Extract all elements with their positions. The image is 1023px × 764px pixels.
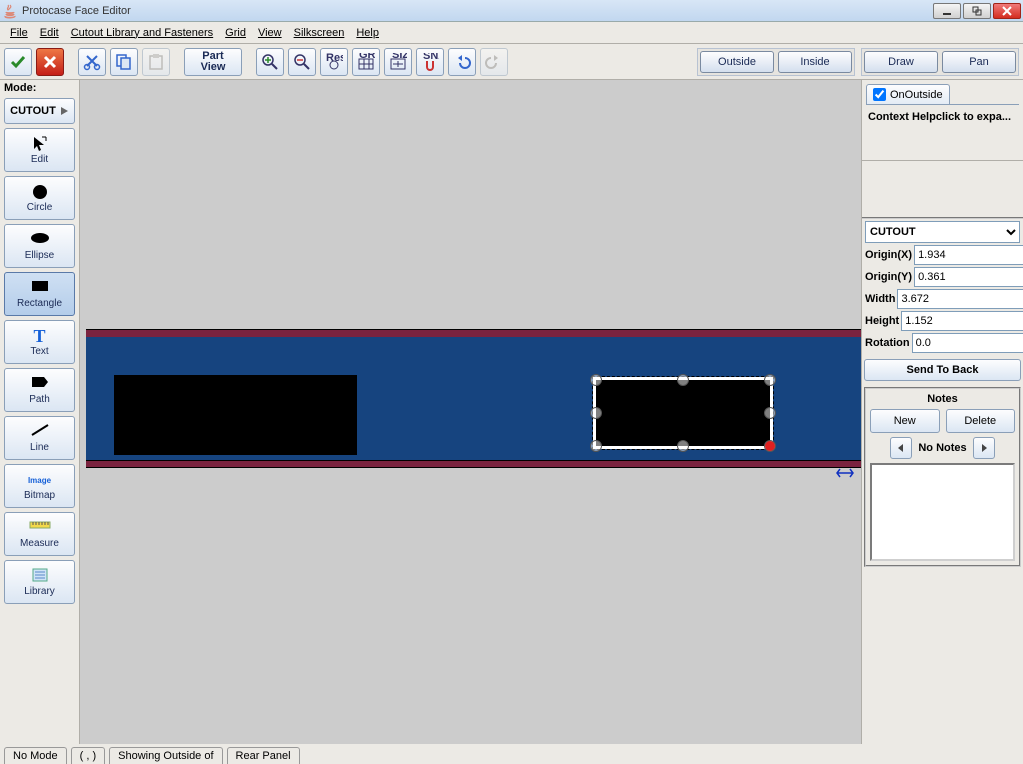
status-side[interactable]: Showing Outside of <box>109 747 222 764</box>
tool-panel: Mode: CUTOUT Edit Circle Ellipse Rectang… <box>0 80 80 744</box>
close-button[interactable] <box>993 3 1021 19</box>
menu-view[interactable]: View <box>252 25 288 41</box>
undo-button[interactable] <box>448 48 476 76</box>
svg-text:Reset: Reset <box>326 53 343 64</box>
notes-title: Notes <box>870 393 1015 405</box>
notes-panel: Notes New Delete No Notes <box>864 387 1021 567</box>
status-mode[interactable]: No Mode <box>4 747 67 764</box>
originy-label: Origin(Y) <box>865 271 912 283</box>
svg-text:SNAP: SNAP <box>423 53 439 62</box>
status-bar: No Mode ( , ) Showing Outside of Rear Pa… <box>0 744 1023 764</box>
toolbar: PartView Reset GRID SIZE SNAP Outside In… <box>0 44 1023 80</box>
height-label: Height <box>865 315 899 327</box>
zoom-out-button[interactable] <box>288 48 316 76</box>
width-label: Width <box>865 293 895 305</box>
svg-text:SIZE: SIZE <box>392 53 407 61</box>
accept-button[interactable] <box>4 48 32 76</box>
paste-button <box>142 48 170 76</box>
note-next-button[interactable] <box>973 437 995 459</box>
shape-type-select[interactable]: CUTOUT <box>865 221 1020 243</box>
zoom-in-button[interactable] <box>256 48 284 76</box>
menu-cutout-library[interactable]: Cutout Library and Fasteners <box>65 25 219 41</box>
notes-textarea[interactable] <box>870 463 1015 561</box>
copy-button[interactable] <box>110 48 138 76</box>
note-prev-button[interactable] <box>890 437 912 459</box>
circle-icon <box>29 183 51 201</box>
height-input[interactable] <box>901 311 1023 331</box>
size-button[interactable]: SIZE <box>384 48 412 76</box>
library-icon <box>29 567 51 585</box>
cutout-existing[interactable] <box>114 375 357 455</box>
ellipse-icon <box>29 231 51 249</box>
title-bar: Protocase Face Editor <box>0 0 1023 22</box>
tool-ellipse[interactable]: Ellipse <box>4 224 75 268</box>
play-icon <box>59 102 69 120</box>
mode-cutout-button[interactable]: CUTOUT <box>4 98 75 124</box>
cut-button[interactable] <box>78 48 106 76</box>
line-icon <box>29 423 51 441</box>
text-icon: T <box>29 327 51 345</box>
on-outside-checkbox[interactable] <box>873 88 886 101</box>
note-new-button[interactable]: New <box>870 409 940 433</box>
maximize-button[interactable] <box>963 3 991 19</box>
window-title: Protocase Face Editor <box>22 5 933 17</box>
originx-label: Origin(X) <box>865 249 912 261</box>
grid-button[interactable]: GRID <box>352 48 380 76</box>
java-icon <box>2 3 18 19</box>
outside-button[interactable]: Outside <box>700 51 774 73</box>
tool-bitmap[interactable]: Image Bitmap <box>4 464 75 508</box>
properties-panel: OnOutside Context Helpclick to expa... C… <box>861 80 1023 744</box>
mode-toggle-group: Draw Pan <box>861 48 1019 76</box>
side-toggle-group: Outside Inside <box>697 48 855 76</box>
rotation-input[interactable] <box>912 333 1023 353</box>
zoom-reset-button[interactable]: Reset <box>320 48 348 76</box>
originx-input[interactable] <box>914 245 1023 265</box>
status-panel[interactable]: Rear Panel <box>227 747 300 764</box>
menu-edit[interactable]: Edit <box>34 25 65 41</box>
originy-input[interactable] <box>914 267 1023 287</box>
tool-edit[interactable]: Edit <box>4 128 75 172</box>
ruler-icon <box>29 519 51 537</box>
on-outside-tab[interactable]: OnOutside <box>866 84 950 104</box>
rotation-label: Rotation <box>865 337 910 349</box>
pan-button[interactable]: Pan <box>942 51 1016 73</box>
mode-label: Mode: <box>0 80 79 96</box>
redo-button <box>480 48 508 76</box>
tool-line[interactable]: Line <box>4 416 75 460</box>
tool-circle[interactable]: Circle <box>4 176 75 220</box>
dimension-arrow-icon <box>836 466 854 483</box>
path-icon <box>29 375 51 393</box>
minimize-button[interactable] <box>933 3 961 19</box>
canvas[interactable] <box>80 80 861 744</box>
menu-grid[interactable]: Grid <box>219 25 252 41</box>
cutout-selected[interactable] <box>593 377 773 449</box>
status-coords[interactable]: ( , ) <box>71 747 106 764</box>
tool-path[interactable]: Path <box>4 368 75 412</box>
tool-library[interactable]: Library <box>4 560 75 604</box>
inside-button[interactable]: Inside <box>778 51 852 73</box>
menu-bar: File Edit Cutout Library and Fasteners G… <box>0 22 1023 44</box>
tool-rectangle[interactable]: Rectangle <box>4 272 75 316</box>
note-delete-button[interactable]: Delete <box>946 409 1016 433</box>
menu-help[interactable]: Help <box>350 25 385 41</box>
rectangle-icon <box>29 279 51 297</box>
send-to-back-button[interactable]: Send To Back <box>864 359 1021 381</box>
menu-silkscreen[interactable]: Silkscreen <box>288 25 351 41</box>
tool-text[interactable]: T Text <box>4 320 75 364</box>
rotation-handle[interactable] <box>765 441 775 451</box>
svg-text:GRID: GRID <box>359 53 375 61</box>
image-icon: Image <box>29 471 51 489</box>
cancel-button[interactable] <box>36 48 64 76</box>
width-input[interactable] <box>897 289 1023 309</box>
snap-button[interactable]: SNAP <box>416 48 444 76</box>
pointer-icon <box>29 135 51 153</box>
draw-button[interactable]: Draw <box>864 51 938 73</box>
menu-file[interactable]: File <box>4 25 34 41</box>
tool-measure[interactable]: Measure <box>4 512 75 556</box>
context-help[interactable]: Context Helpclick to expa... <box>862 105 1023 161</box>
notes-status: No Notes <box>918 442 966 454</box>
part-view-button[interactable]: PartView <box>184 48 242 76</box>
